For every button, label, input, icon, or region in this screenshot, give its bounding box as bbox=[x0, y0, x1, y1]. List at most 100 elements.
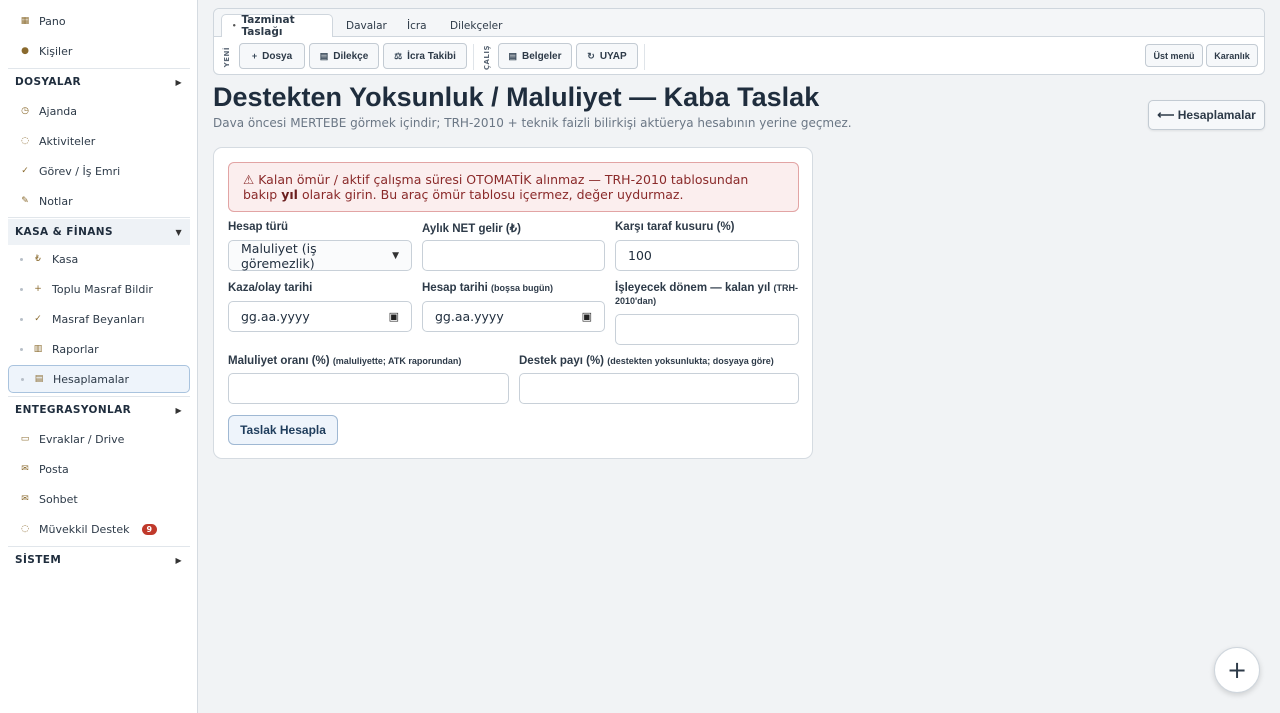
group-label-calis: ÇALIŞ bbox=[483, 45, 491, 71]
section-sistem[interactable]: SİSTEM ▶ bbox=[8, 547, 190, 573]
kusur-label: Karşı taraf kusuru (%) bbox=[615, 221, 735, 233]
sidebar-item-label: Kasa bbox=[52, 252, 79, 266]
tab-tazminat-taslagi[interactable]: • Tazminat Taslağı bbox=[221, 14, 333, 38]
bullet-dot bbox=[20, 347, 23, 351]
kusur-input[interactable]: 100 bbox=[615, 240, 799, 271]
sidebar-item-kisiler[interactable]: ● Kişiler bbox=[8, 37, 190, 65]
sidebar-item-evraklar[interactable]: ▭ Evraklar / Drive bbox=[8, 425, 190, 453]
sidebar-item-masraf-beyanlari[interactable]: ✓ Masraf Beyanları bbox=[8, 305, 190, 333]
sidebar-item-label: Evraklar / Drive bbox=[39, 432, 125, 446]
bullet-dot bbox=[21, 377, 24, 381]
page-subtitle: Dava öncesi MERTEBE görmek içindir; TRH-… bbox=[213, 116, 852, 130]
warning-alert: ⚠ Kalan ömür / aktif çalışma süresi OTOM… bbox=[228, 162, 799, 212]
new-dilekce-button[interactable]: ▤ Dilekçe bbox=[309, 43, 379, 69]
bullet-dot bbox=[20, 317, 23, 321]
toolbar-separator bbox=[473, 44, 474, 70]
section-dosyalar[interactable]: DOSYALAR ▶ bbox=[8, 69, 190, 95]
hesap-tarihi-label: Hesap tarihi (boşsa bugün) bbox=[422, 282, 554, 294]
lira-icon: ₺ bbox=[35, 254, 41, 264]
donem-input[interactable] bbox=[615, 314, 799, 345]
tab-icra[interactable]: İcra bbox=[397, 14, 437, 37]
hesap-turu-select[interactable]: Maluliyet (iş göremezlik) ▼ bbox=[228, 240, 412, 271]
kaza-tarihi-label: Kaza/olay tarihi bbox=[228, 282, 313, 294]
kaza-tarihi-input[interactable]: gg.aa.yyyy ▣ bbox=[228, 301, 412, 332]
calculator-form-card: ⚠ Kalan ömür / aktif çalışma süresi OTOM… bbox=[213, 147, 813, 459]
chevron-down-icon: ▼ bbox=[392, 250, 399, 261]
bar-chart-icon: ▥ bbox=[33, 344, 43, 354]
folder-icon: ▭ bbox=[20, 434, 30, 444]
new-dosya-button[interactable]: + Dosya bbox=[239, 43, 305, 69]
destek-label: Destek payı (%) (destekten yoksunlukta; … bbox=[519, 355, 774, 367]
sidebar-item-label: Ajanda bbox=[39, 104, 78, 118]
chevron-right-icon: ▶ bbox=[175, 405, 182, 415]
divider bbox=[8, 217, 190, 218]
maluliyet-label: Maluliyet oranı (%) (maluliyette; ATK ra… bbox=[228, 355, 462, 367]
destek-input[interactable] bbox=[519, 373, 799, 404]
new-icra-takibi-button[interactable]: ⚖ İcra Takibi bbox=[383, 43, 467, 69]
document-icon: ▤ bbox=[508, 50, 518, 61]
mail-icon: ✉ bbox=[21, 464, 29, 474]
check-icon: ✓ bbox=[34, 314, 42, 324]
sidebar-item-ajanda[interactable]: ◷ Ajanda bbox=[8, 97, 190, 125]
calculator-icon: ▤ bbox=[34, 374, 44, 384]
clock-icon: ◷ bbox=[21, 106, 29, 116]
chat-icon: ✉ bbox=[21, 494, 29, 504]
document-icon: ▤ bbox=[319, 50, 329, 61]
top-toolbar: • Tazminat Taslağı Davalar İcra Dilekçel… bbox=[213, 8, 1265, 75]
sidebar-item-pano[interactable]: ▦ Pano bbox=[8, 7, 190, 35]
activity-icon: ◌ bbox=[21, 136, 29, 146]
sidebar-item-label: Toplu Masraf Bildir bbox=[52, 282, 153, 296]
sidebar-item-gorev[interactable]: ✓ Görev / İş Emri bbox=[8, 157, 190, 185]
sidebar-item-label: Müvekkil Destek bbox=[39, 522, 130, 536]
aylik-gelir-label: Aylık NET gelir (₺) bbox=[422, 223, 521, 235]
belgeler-button[interactable]: ▤ Belgeler bbox=[498, 43, 572, 69]
sidebar: ▦ Pano ● Kişiler DOSYALAR ▶ ◷ Ajanda ◌ A… bbox=[0, 0, 198, 713]
taslak-hesapla-button[interactable]: Taslak Hesapla bbox=[228, 415, 338, 445]
sidebar-item-aktiviteler[interactable]: ◌ Aktiviteler bbox=[8, 127, 190, 155]
section-entegrasyonlar[interactable]: ENTEGRASYONLAR ▶ bbox=[8, 397, 190, 423]
sidebar-item-raporlar[interactable]: ▥ Raporlar bbox=[8, 335, 190, 363]
calendar-icon[interactable]: ▣ bbox=[389, 310, 399, 323]
ust-menu-button[interactable]: Üst menü bbox=[1145, 44, 1203, 67]
sidebar-item-label: Posta bbox=[39, 462, 69, 476]
aylik-gelir-input[interactable] bbox=[422, 240, 605, 271]
hesap-tarihi-input[interactable]: gg.aa.yyyy ▣ bbox=[422, 301, 605, 332]
calendar-icon[interactable]: ▣ bbox=[582, 310, 592, 323]
sidebar-item-label: Aktiviteler bbox=[39, 134, 96, 148]
page-title: Destekten Yoksunluk / Maluliyet — Kaba T… bbox=[213, 82, 820, 112]
sidebar-item-notlar[interactable]: ✎ Notlar bbox=[8, 187, 190, 215]
sidebar-item-muvekkil-destek[interactable]: ◌ Müvekkil Destek 9 bbox=[8, 515, 190, 543]
dark-mode-button[interactable]: Karanlık bbox=[1206, 44, 1258, 67]
sidebar-item-hesaplamalar[interactable]: ▤ Hesaplamalar bbox=[8, 365, 190, 393]
section-kasa-finans[interactable]: KASA & FİNANS ▼ bbox=[8, 219, 190, 245]
uyap-button[interactable]: ↻ UYAP bbox=[576, 43, 638, 69]
sidebar-item-posta[interactable]: ✉ Posta bbox=[8, 455, 190, 483]
pencil-icon: ✎ bbox=[21, 196, 29, 206]
sidebar-item-label: Görev / İş Emri bbox=[39, 164, 121, 178]
sidebar-item-toplu-masraf[interactable]: + Toplu Masraf Bildir bbox=[8, 275, 190, 303]
check-icon: ✓ bbox=[21, 166, 29, 176]
refresh-icon: ↻ bbox=[587, 50, 595, 61]
tab-davalar[interactable]: Davalar bbox=[336, 14, 397, 37]
chevron-right-icon: ▶ bbox=[175, 77, 182, 87]
tab-dilekceler[interactable]: Dilekçeler bbox=[440, 14, 512, 37]
sidebar-item-label: Masraf Beyanları bbox=[52, 312, 145, 326]
hesap-turu-label: Hesap türü bbox=[228, 221, 289, 233]
plus-icon: + bbox=[34, 284, 42, 294]
sidebar-item-label: Hesaplamalar bbox=[53, 372, 130, 386]
sidebar-item-label: Sohbet bbox=[39, 492, 78, 506]
bullet-dot bbox=[20, 257, 23, 261]
sidebar-item-sohbet[interactable]: ✉ Sohbet bbox=[8, 485, 190, 513]
sidebar-item-label: Kişiler bbox=[39, 44, 73, 58]
dashboard-icon: ▦ bbox=[20, 16, 30, 26]
add-floating-button[interactable]: + bbox=[1214, 647, 1260, 693]
toolbar-separator bbox=[644, 44, 645, 70]
sidebar-item-kasa[interactable]: ₺ Kasa bbox=[8, 245, 190, 273]
chevron-right-icon: ▶ bbox=[175, 555, 182, 565]
warning-icon: ⚠ bbox=[243, 172, 255, 187]
back-to-hesaplamalar-button[interactable]: ⟵ Hesaplamalar bbox=[1148, 100, 1265, 130]
sidebar-item-label: Pano bbox=[39, 14, 66, 28]
maluliyet-input[interactable] bbox=[228, 373, 509, 404]
sidebar-item-label: Raporlar bbox=[52, 342, 99, 356]
donem-label: İşleyecek dönem — kalan yıl (TRH- 2010'd… bbox=[615, 282, 799, 306]
